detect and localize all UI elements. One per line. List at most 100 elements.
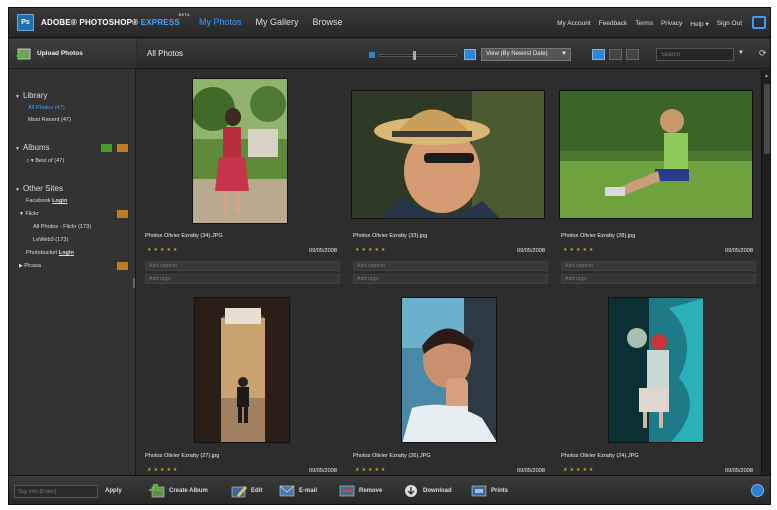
- main-nav: My Photos My Gallery Browse: [199, 17, 343, 27]
- photo-title: Photos Olivier Ezratty (33).jpg: [353, 233, 428, 239]
- tags-field[interactable]: Add tags: [353, 274, 548, 284]
- sidebar-item-flickr-all[interactable]: All Photos - Flickr (173): [33, 224, 91, 230]
- fullscreen-icon[interactable]: [752, 16, 766, 29]
- rating-stars[interactable]: ★★★★★: [147, 247, 179, 253]
- sidebar-item-leweb3[interactable]: LeWeb3 (173): [33, 237, 68, 243]
- create-album-icon: [149, 484, 165, 498]
- email-icon: [279, 484, 295, 498]
- picasa-folder-icon[interactable]: [117, 262, 128, 270]
- grid-view-button[interactable]: [592, 49, 605, 60]
- edit-label: Edit: [251, 488, 263, 494]
- other-sites-section-toggle[interactable]: ▼ Other Sites: [15, 184, 63, 193]
- create-album-button[interactable]: Create Album: [149, 484, 208, 498]
- upload-icon: [15, 47, 31, 61]
- link-privacy[interactable]: Privacy: [661, 20, 682, 28]
- single-view-button[interactable]: [609, 49, 622, 60]
- sidebar-item-all-photos[interactable]: All Photos (47): [28, 105, 65, 111]
- photo-date: 09/05/2008: [517, 248, 545, 254]
- link-feedback[interactable]: Feedback: [599, 20, 628, 28]
- flickr-label: Flickr: [25, 211, 39, 217]
- list-view-button[interactable]: [626, 49, 639, 60]
- sidebar-item-flickr[interactable]: ▼ Flickr: [19, 211, 39, 217]
- large-thumb-size-icon[interactable]: [464, 49, 476, 60]
- photo-title: Photos Olivier Ezratty (28).jpg: [561, 233, 636, 239]
- albums-section-toggle[interactable]: ▼ Albums: [15, 143, 50, 152]
- thumb-size-slider-knob[interactable]: [413, 51, 416, 60]
- photo-thumbnail[interactable]: [192, 78, 288, 224]
- rating-stars[interactable]: ★★★★★: [355, 467, 387, 473]
- rating-stars[interactable]: ★★★★★: [563, 247, 595, 253]
- link-my-account[interactable]: My Account: [557, 20, 591, 28]
- top-bar: Ps ADOBE® PHOTOSHOP® EXPRESS BETA My Pho…: [9, 8, 770, 38]
- photo-thumbnail[interactable]: [401, 297, 497, 443]
- photoshop-logo-icon[interactable]: Ps: [17, 14, 34, 31]
- photo-date: 09/05/2008: [517, 468, 545, 474]
- scrollbar-thumb[interactable]: [764, 84, 770, 154]
- tags-field[interactable]: Add tags: [561, 274, 756, 284]
- caption-field[interactable]: Add caption: [561, 261, 756, 271]
- small-thumb-size-icon[interactable]: [369, 52, 375, 58]
- album-folder-icon[interactable]: [117, 144, 128, 152]
- remove-icon: [339, 484, 355, 498]
- create-album-label: Create Album: [169, 488, 208, 494]
- flickr-folder-icon[interactable]: [117, 210, 128, 218]
- sidebar-item-best-of[interactable]: ⌂ ▾ Best of (47): [26, 158, 64, 164]
- sidebar-item-most-recent[interactable]: Most Recent (47): [28, 117, 71, 123]
- photo-thumbnail[interactable]: [608, 297, 704, 443]
- sidebar-splitter[interactable]: [133, 278, 135, 288]
- rating-stars[interactable]: ★★★★★: [147, 467, 179, 473]
- account-links: My Account Feedback Terms Privacy Help ▾…: [557, 20, 742, 28]
- download-icon: [403, 484, 419, 498]
- photo-thumbnail[interactable]: [351, 90, 545, 219]
- upload-photos-label: Upload Photos: [37, 50, 83, 57]
- search-input[interactable]: [656, 48, 734, 61]
- caption-field[interactable]: Add caption: [145, 261, 340, 271]
- prints-button[interactable]: Prints: [471, 484, 508, 498]
- remove-button[interactable]: Remove: [339, 484, 382, 498]
- facebook-login-link[interactable]: Login: [52, 198, 67, 204]
- photo-title: Photos Olivier Ezratty (26).JPG: [353, 453, 431, 459]
- new-album-icon[interactable]: [101, 144, 112, 152]
- sidebar-item-facebook[interactable]: Facebook Login: [26, 198, 67, 204]
- expand-triangle-icon: ▼: [15, 146, 20, 152]
- search-dropdown-icon[interactable]: ▼: [738, 50, 744, 56]
- nav-browse[interactable]: Browse: [313, 17, 343, 27]
- refresh-icon[interactable]: ⟳: [759, 48, 767, 59]
- upload-photos-button[interactable]: Upload Photos: [9, 39, 136, 69]
- help-icon[interactable]: [751, 484, 764, 497]
- photo-thumbnail[interactable]: [559, 90, 753, 219]
- photo-thumbnail[interactable]: [194, 297, 290, 443]
- nav-my-photos[interactable]: My Photos: [199, 17, 242, 27]
- photo-title: Photos Olivier Ezratty (34).JPG: [145, 233, 223, 239]
- albums-title: Albums: [22, 143, 50, 152]
- sort-view-select[interactable]: View (By Newest Date) ▼: [481, 48, 571, 61]
- nav-my-gallery[interactable]: My Gallery: [256, 17, 299, 27]
- library-section-toggle[interactable]: ▼ Library: [15, 91, 47, 100]
- scroll-up-icon[interactable]: ▲: [764, 73, 769, 79]
- photobucket-login-link[interactable]: Login: [59, 250, 74, 256]
- vertical-scrollbar[interactable]: ▲: [761, 70, 770, 475]
- apply-button[interactable]: Apply: [105, 488, 122, 494]
- edit-button[interactable]: Edit: [231, 484, 262, 498]
- facebook-label: Facebook: [26, 198, 51, 204]
- email-button[interactable]: E-mail: [279, 484, 317, 498]
- tags-field[interactable]: Add tags: [145, 274, 340, 284]
- rating-stars[interactable]: ★★★★★: [563, 467, 595, 473]
- link-sign-out[interactable]: Sign Out: [717, 20, 742, 28]
- prints-label: Prints: [491, 488, 509, 494]
- chevron-down-icon: ▼: [561, 51, 567, 57]
- tag-info-input[interactable]: [14, 485, 98, 498]
- link-help[interactable]: Help ▾: [690, 20, 708, 28]
- expand-triangle-icon: ▼: [15, 94, 20, 100]
- brand-express: EXPRESS: [140, 18, 180, 27]
- thumb-size-slider[interactable]: [379, 54, 457, 57]
- rating-stars[interactable]: ★★★★★: [355, 247, 387, 253]
- photo-date: 09/05/2008: [309, 468, 337, 474]
- photo-date: 09/05/2008: [309, 248, 337, 254]
- sidebar-item-photobucket[interactable]: Photobucket Login: [26, 250, 74, 256]
- sidebar: Upload Photos ▼ Library All Photos (47) M…: [9, 39, 136, 475]
- sidebar-item-picasa[interactable]: ▶ Picasa: [19, 263, 41, 269]
- download-button[interactable]: Download: [403, 484, 452, 498]
- caption-field[interactable]: Add caption: [353, 261, 548, 271]
- link-terms[interactable]: Terms: [635, 20, 653, 28]
